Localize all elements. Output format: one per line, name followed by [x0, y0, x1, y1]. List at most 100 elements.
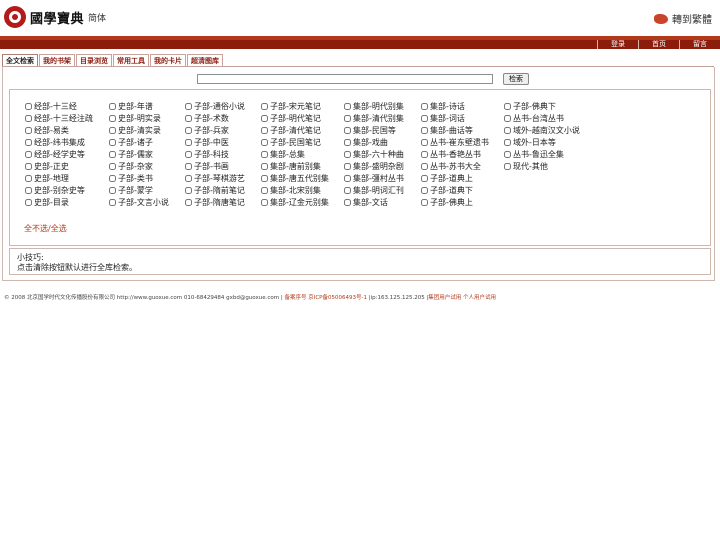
category-checkbox[interactable] — [261, 186, 268, 194]
category-checkbox[interactable] — [504, 162, 511, 170]
category-checkbox[interactable] — [109, 138, 116, 146]
category-checkbox[interactable] — [185, 174, 192, 182]
category-checkbox[interactable] — [185, 198, 192, 206]
category-checkbox[interactable] — [261, 198, 268, 206]
category-option[interactable]: 子部-明代笔记 — [261, 112, 321, 124]
category-option[interactable]: 子部-文言小说 — [109, 196, 169, 208]
category-option[interactable]: 史部-别杂史等 — [25, 184, 85, 196]
category-option[interactable]: 子部-隋唐笔记 — [185, 196, 245, 208]
category-option[interactable]: 史部-清实录 — [109, 124, 161, 136]
category-checkbox[interactable] — [25, 114, 32, 122]
category-checkbox[interactable] — [261, 114, 268, 122]
category-checkbox[interactable] — [109, 198, 116, 206]
category-checkbox[interactable] — [421, 114, 428, 122]
category-option[interactable]: 子部-琴棋游艺 — [185, 172, 245, 184]
category-option[interactable]: 子部-儒家 — [109, 148, 153, 160]
category-option[interactable]: 子部-清代笔记 — [261, 124, 321, 136]
category-checkbox[interactable] — [25, 150, 32, 158]
category-option[interactable]: 集部-词话 — [421, 112, 465, 124]
category-checkbox[interactable] — [261, 150, 268, 158]
category-option[interactable]: 子部-宋元笔记 — [261, 100, 321, 112]
category-checkbox[interactable] — [25, 162, 32, 170]
category-option[interactable]: 子部-民国笔记 — [261, 136, 321, 148]
select-all-toggle[interactable]: 全不选/全选 — [24, 223, 67, 234]
category-checkbox[interactable] — [185, 150, 192, 158]
category-option[interactable]: 史部-明实录 — [109, 112, 161, 124]
category-checkbox[interactable] — [421, 186, 428, 194]
category-option[interactable]: 史部-正史 — [25, 160, 69, 172]
category-checkbox[interactable] — [421, 162, 428, 170]
category-option[interactable]: 集部-曲话等 — [421, 124, 473, 136]
nav-home[interactable]: 首页 — [638, 40, 679, 49]
category-checkbox[interactable] — [185, 114, 192, 122]
category-option[interactable]: 史部-目录 — [25, 196, 69, 208]
category-option[interactable]: 集部-彊村丛书 — [344, 172, 404, 184]
category-checkbox[interactable] — [25, 174, 32, 182]
category-option[interactable]: 集部-清代别集 — [344, 112, 404, 124]
category-option[interactable]: 集部-明代别集 — [344, 100, 404, 112]
simplified-label[interactable]: 简体 — [88, 11, 106, 24]
footer-icp[interactable]: 备案序号 京ICP备05006493号-1 — [283, 295, 367, 301]
category-option[interactable]: 子部-通俗小说 — [185, 100, 245, 112]
category-option[interactable]: 丛书-崔东壁遗书 — [421, 136, 489, 148]
category-checkbox[interactable] — [261, 162, 268, 170]
category-checkbox[interactable] — [504, 114, 511, 122]
category-option[interactable]: 经部-纬书集成 — [25, 136, 85, 148]
category-checkbox[interactable] — [109, 102, 116, 110]
footer-trial-links[interactable]: 集团用户试用 个人用户试用 — [428, 295, 496, 301]
category-checkbox[interactable] — [25, 186, 32, 194]
site-logo[interactable]: 國學寶典 简体 — [4, 6, 106, 28]
category-checkbox[interactable] — [109, 162, 116, 170]
category-option[interactable]: 子部-中医 — [185, 136, 229, 148]
category-option[interactable]: 集部-民国等 — [344, 124, 396, 136]
nav-message[interactable]: 留言 — [679, 40, 720, 49]
category-checkbox[interactable] — [185, 186, 192, 194]
category-option[interactable]: 子部-蒙学 — [109, 184, 153, 196]
category-option[interactable]: 子部-佛典下 — [504, 100, 556, 112]
category-option[interactable]: 子部-道典下 — [421, 184, 473, 196]
category-option[interactable]: 集部-文话 — [344, 196, 388, 208]
category-option[interactable]: 丛书-台湾丛书 — [504, 112, 564, 124]
search-input[interactable] — [197, 74, 493, 84]
category-option[interactable]: 子部-隋前笔记 — [185, 184, 245, 196]
category-option[interactable]: 经部-十三经 — [25, 100, 77, 112]
category-checkbox[interactable] — [421, 126, 428, 134]
category-checkbox[interactable] — [261, 126, 268, 134]
category-checkbox[interactable] — [109, 126, 116, 134]
category-checkbox[interactable] — [421, 138, 428, 146]
category-checkbox[interactable] — [504, 126, 511, 134]
category-option[interactable]: 域外-日本等 — [504, 136, 556, 148]
category-checkbox[interactable] — [261, 102, 268, 110]
category-checkbox[interactable] — [344, 114, 351, 122]
category-checkbox[interactable] — [25, 198, 32, 206]
nav-login[interactable]: 登录 — [597, 40, 638, 49]
switch-traditional-link[interactable]: 轉到繁體 — [654, 11, 712, 26]
category-option[interactable]: 子部-杂家 — [109, 160, 153, 172]
category-checkbox[interactable] — [185, 102, 192, 110]
category-option[interactable]: 域外-越南汉文小说 — [504, 124, 580, 136]
category-checkbox[interactable] — [261, 138, 268, 146]
category-checkbox[interactable] — [344, 150, 351, 158]
category-checkbox[interactable] — [25, 102, 32, 110]
category-option[interactable]: 集部-北宋别集 — [261, 184, 321, 196]
category-checkbox[interactable] — [344, 126, 351, 134]
category-option[interactable]: 子部-类书 — [109, 172, 153, 184]
category-option[interactable]: 子部-佛典上 — [421, 196, 473, 208]
category-checkbox[interactable] — [185, 126, 192, 134]
category-option[interactable]: 经部-十三经注疏 — [25, 112, 93, 124]
category-checkbox[interactable] — [504, 102, 511, 110]
category-checkbox[interactable] — [109, 186, 116, 194]
search-button[interactable]: 检索 — [503, 73, 529, 85]
category-option[interactable]: 集部-六十种曲 — [344, 148, 404, 160]
category-option[interactable]: 子部-诸子 — [109, 136, 153, 148]
category-checkbox[interactable] — [504, 150, 511, 158]
category-checkbox[interactable] — [344, 162, 351, 170]
category-option[interactable]: 史部-年谱 — [109, 100, 153, 112]
category-option[interactable]: 经部-经学史等 — [25, 148, 85, 160]
category-checkbox[interactable] — [25, 138, 32, 146]
category-checkbox[interactable] — [421, 150, 428, 158]
category-option[interactable]: 子部-书画 — [185, 160, 229, 172]
category-option[interactable]: 集部-诗话 — [421, 100, 465, 112]
category-option[interactable]: 丛书-苏书大全 — [421, 160, 481, 172]
category-option[interactable]: 子部-科技 — [185, 148, 229, 160]
